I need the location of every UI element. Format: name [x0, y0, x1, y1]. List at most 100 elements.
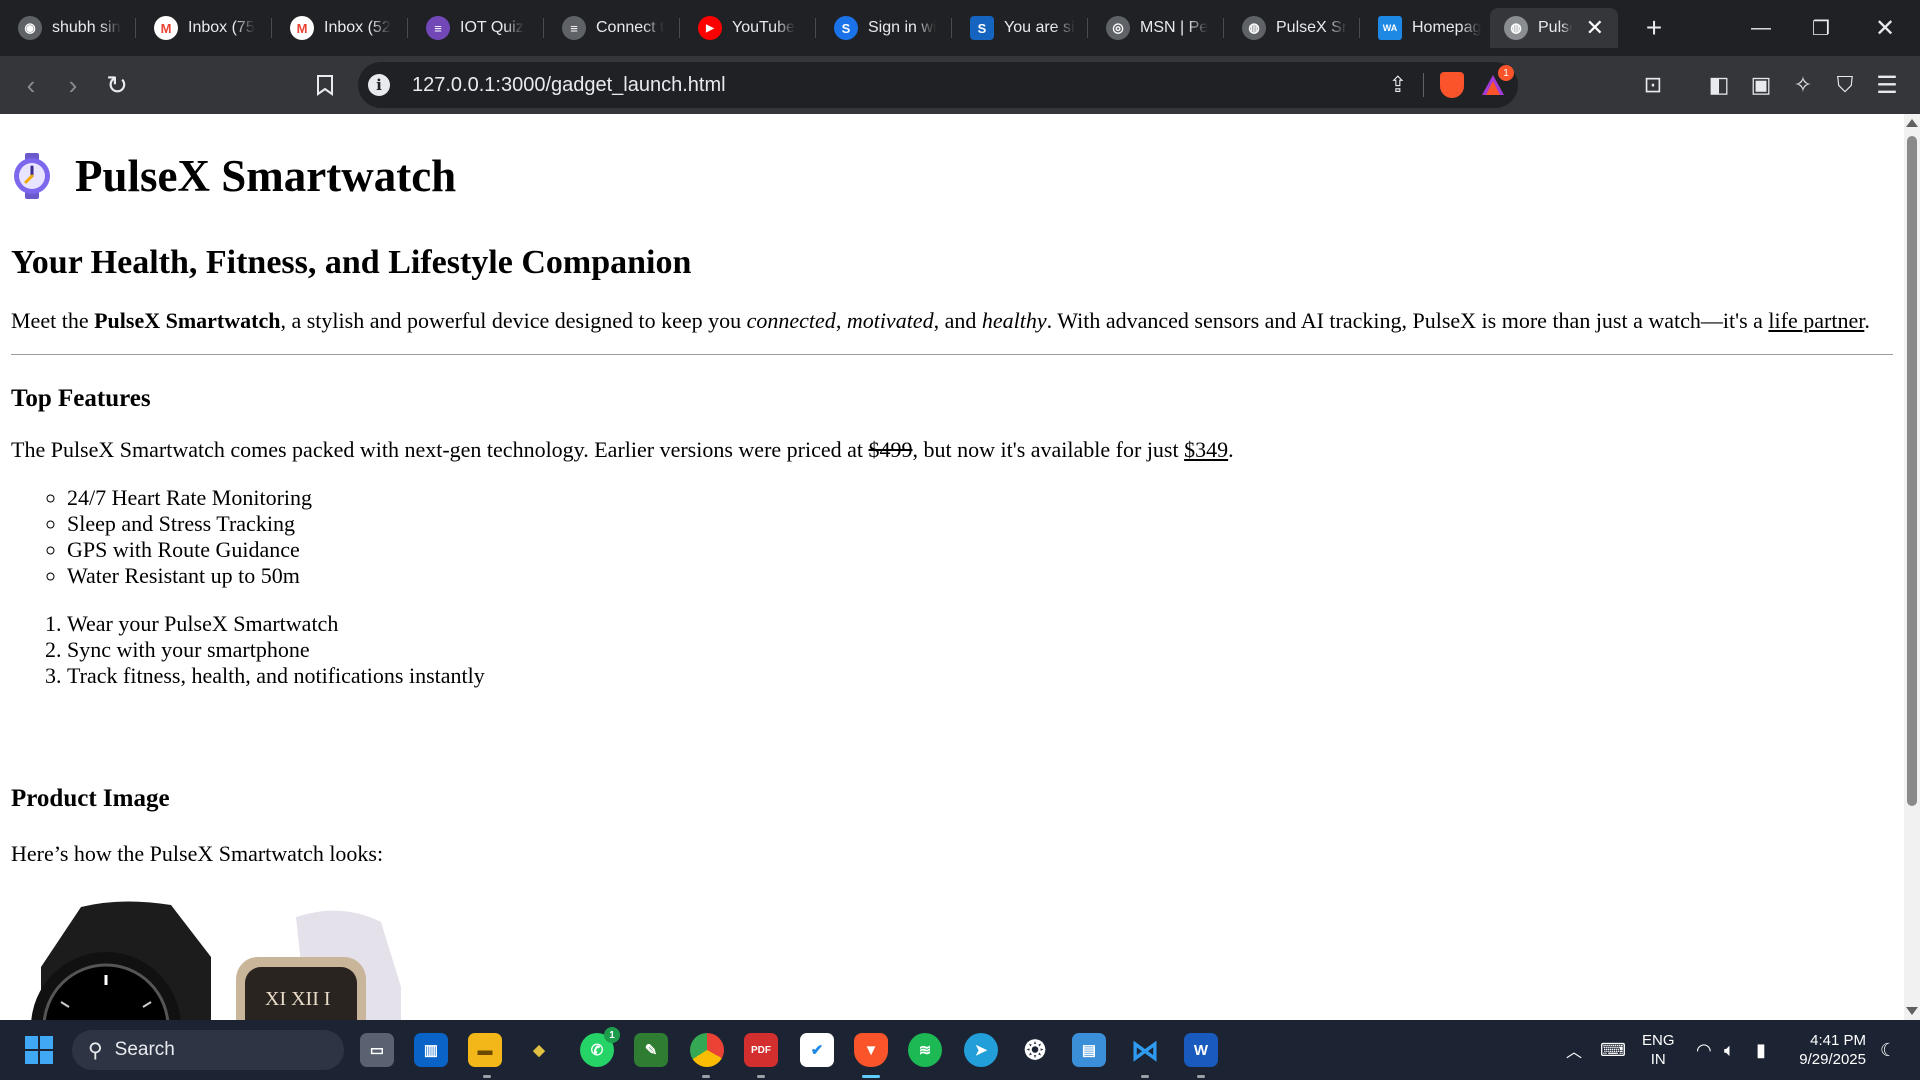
vscode-icon[interactable]: ⋈ — [1128, 1033, 1162, 1067]
brave-icon[interactable]: ▼ — [854, 1033, 888, 1067]
menu-icon[interactable]: ☰ — [1870, 68, 1904, 102]
clock[interactable]: 4:41 PM 9/29/2025 — [1790, 1020, 1866, 1080]
tab-iot-quiz[interactable]: ≡ IOT Quiz — [412, 8, 544, 48]
pricing-text: , but now it's available for just — [912, 437, 1185, 462]
tab-you-are-signed[interactable]: S You are si — [956, 8, 1088, 48]
keyboard-icon[interactable]: ⌨ — [1600, 1020, 1626, 1080]
bookmark-icon[interactable] — [308, 68, 342, 102]
tab-youtube[interactable]: ▶ YouTube — [684, 8, 816, 48]
spotify-icon[interactable]: ≋ — [908, 1033, 942, 1067]
close-tab-icon[interactable]: ✕ — [1586, 15, 1604, 41]
vpn-icon[interactable]: ⛉ — [1828, 68, 1862, 102]
gmail-icon: M — [154, 16, 178, 40]
tab-inbox-2[interactable]: M Inbox (52 — [276, 8, 408, 48]
s-app-icon: S — [834, 16, 858, 40]
minimize-icon[interactable]: — — [1736, 10, 1786, 46]
pdf-app-icon[interactable]: PDF — [744, 1033, 778, 1067]
tab-profile[interactable]: ◉ shubh sin — [4, 8, 136, 48]
task-view-icon[interactable]: ▭ — [360, 1033, 394, 1067]
tab-label: You are si — [1004, 19, 1075, 36]
list-item: Wear your PulseX Smartwatch — [67, 611, 1893, 637]
scroll-down-icon[interactable] — [1906, 1007, 1918, 1015]
wifi-icon[interactable]: ◠ — [1696, 1020, 1712, 1080]
close-window-icon[interactable]: ✕ — [1860, 10, 1910, 46]
tab-label: Sign in wi — [868, 19, 937, 36]
tab-pulsex-active[interactable]: ◍ Pulse ✕ — [1490, 8, 1618, 48]
start-icon[interactable] — [22, 1033, 56, 1067]
intro-emphasis: healthy — [981, 308, 1047, 333]
cabinet-app-icon[interactable]: ◆ — [522, 1033, 556, 1067]
back-icon[interactable]: ‹ — [14, 68, 48, 102]
address-bar[interactable]: i 127.0.0.1:3000/gadget_launch.html ⇪ 1 — [358, 62, 1518, 108]
msn-icon: ◎ — [1106, 16, 1130, 40]
word-icon[interactable]: W — [1184, 1033, 1218, 1067]
maps-app-icon[interactable]: ✎ — [634, 1033, 668, 1067]
intro-text: Meet the — [11, 308, 95, 333]
search-label: Search — [114, 1039, 175, 1060]
scroll-up-icon[interactable] — [1906, 119, 1918, 127]
share-icon[interactable]: ⇪ — [1389, 72, 1407, 98]
notifications-icon[interactable]: ☾ — [1880, 1020, 1896, 1080]
intro-text: . — [1864, 308, 1870, 333]
watch-icon — [14, 153, 50, 199]
restore-icon[interactable]: ❐ — [1796, 10, 1846, 46]
screenshot-icon[interactable]: ⊡ — [1636, 68, 1670, 102]
running-indicator — [483, 1075, 491, 1078]
region-label: IN — [1650, 1051, 1666, 1068]
whatsapp-icon[interactable]: ✆ 1 — [580, 1027, 620, 1067]
brave-shields-icon[interactable] — [1440, 72, 1464, 98]
telegram-icon[interactable]: ➤ — [964, 1033, 998, 1067]
life-partner-text: life partner — [1768, 308, 1865, 333]
tab-connect[interactable]: ≡ Connect t — [548, 8, 680, 48]
forms-icon: ≡ — [426, 16, 450, 40]
browser-toolbar: ‹ › ↻ i 127.0.0.1:3000/gadget_launch.htm… — [0, 56, 1920, 114]
connect-icon: ≡ — [562, 16, 586, 40]
tab-homepage[interactable]: WA Homepag — [1364, 8, 1496, 48]
widgets-icon[interactable]: ▥ — [414, 1033, 448, 1067]
features-list: 24/7 Heart Rate Monitoring Sleep and Str… — [11, 485, 1893, 589]
tab-inbox-1[interactable]: M Inbox (75 — [140, 8, 272, 48]
battery-icon[interactable]: ▮ — [1756, 1020, 1766, 1080]
new-tab-button[interactable]: + — [1636, 10, 1672, 46]
sidebar-icon[interactable]: ◧ — [1702, 68, 1736, 102]
product-image: XI XII I — [11, 897, 451, 1020]
volume-icon[interactable]: 🔈︎ — [1724, 1020, 1735, 1080]
globe-icon: ◍ — [1242, 16, 1266, 40]
brave-rewards-icon[interactable]: 1 — [1480, 65, 1514, 97]
todo-app-icon[interactable]: ✔ — [800, 1033, 834, 1067]
tab-label: shubh sin — [52, 19, 121, 36]
forward-icon[interactable]: › — [56, 68, 90, 102]
features-heading: Top Features — [11, 385, 151, 412]
whatsapp-badge: 1 — [604, 1027, 620, 1043]
file-explorer-icon[interactable]: ▬ — [468, 1033, 502, 1067]
page-title: PulseX Smartwatch — [75, 151, 457, 201]
taskbar-search[interactable]: ⚲ Search — [72, 1030, 344, 1070]
tab-pulsex-1[interactable]: ◍ PulseX Sr — [1228, 8, 1360, 48]
notepad-icon[interactable]: ▤ — [1072, 1033, 1106, 1067]
pricing-paragraph: The PulseX Smartwatch comes packed with … — [11, 437, 1893, 463]
site-info-icon[interactable]: i — [368, 74, 390, 96]
language-indicator[interactable]: ENG IN — [1642, 1020, 1675, 1080]
show-hidden-icons[interactable]: ︿ — [1566, 1020, 1582, 1080]
tab-label: Pulse — [1538, 19, 1572, 36]
old-price: $499 — [868, 437, 913, 462]
page-scrollbar[interactable] — [1904, 114, 1920, 1020]
reload-icon[interactable]: ↻ — [100, 68, 134, 102]
leo-ai-icon[interactable]: ✧ — [1786, 68, 1820, 102]
address-url[interactable]: 127.0.0.1:3000/gadget_launch.html — [412, 74, 726, 97]
wallet-icon[interactable]: ▣ — [1744, 68, 1778, 102]
running-indicator — [757, 1075, 765, 1078]
tab-sign-in[interactable]: S Sign in wi — [820, 8, 952, 48]
chatgpt-icon[interactable]: ❂ — [1018, 1033, 1052, 1067]
pricing-text: . — [1228, 437, 1234, 462]
intro-paragraph: Meet the PulseX Smartwatch, a stylish an… — [11, 308, 1893, 334]
tab-msn[interactable]: ◎ MSN | Pe — [1092, 8, 1224, 48]
list-item: Water Resistant up to 50m — [67, 563, 1893, 589]
scrollbar-thumb[interactable] — [1907, 136, 1917, 806]
chrome-icon[interactable] — [690, 1033, 724, 1067]
windows-taskbar: ⚲ Search ▭ ▥ ▬ ◆ ✆ 1 ✎ PDF ✔ ▼ ≋ ➤ ❂ ▤ ⋈… — [0, 1020, 1920, 1080]
profile-icon: ◉ — [18, 16, 42, 40]
title-row: PulseX Smartwatch — [11, 150, 1893, 202]
globe-icon: ◍ — [1504, 16, 1528, 40]
